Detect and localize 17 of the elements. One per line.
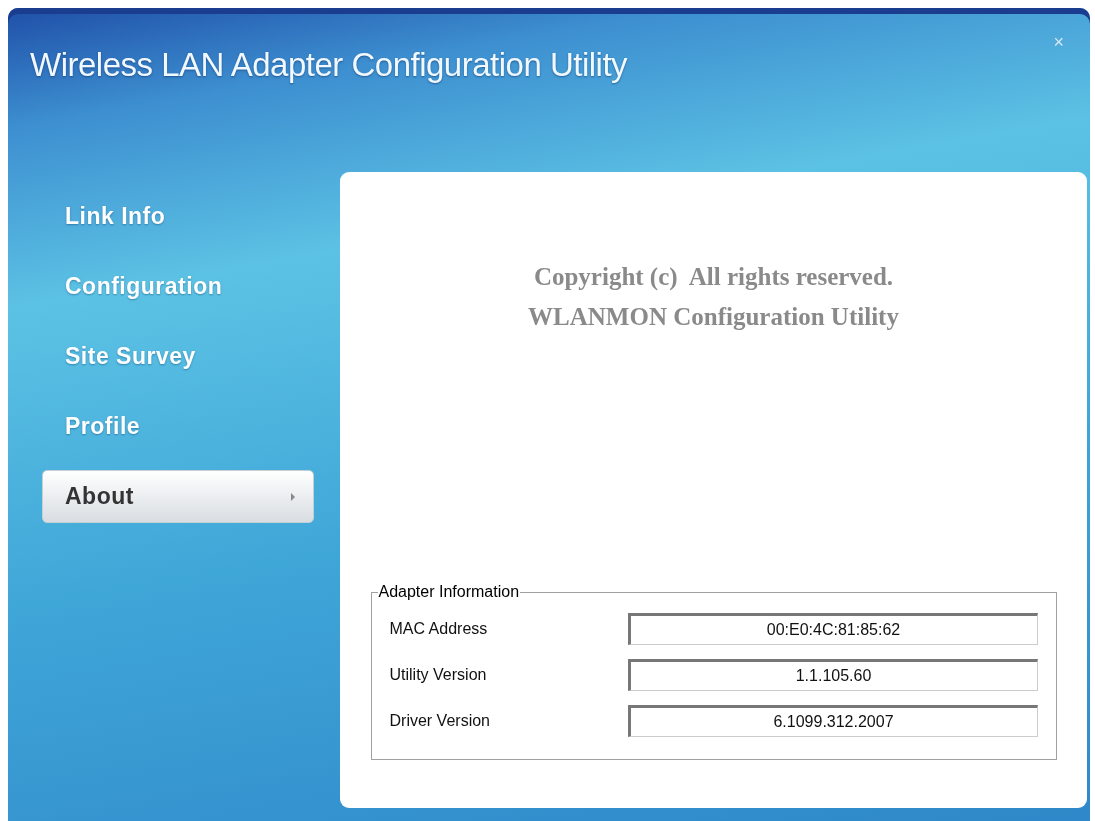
readonly-field: 00:E0:4C:81:85:62 <box>627 613 1038 645</box>
about-text: Copyright (c) All rights reserved. <box>533 262 894 293</box>
field-label: Driver Version <box>389 712 491 730</box>
readonly-field: 1.1.105.60 <box>627 659 1038 691</box>
sidebar-item[interactable]: Site Survey <box>42 330 314 383</box>
window-title: Wireless LAN Adapter Configuration Utility <box>30 46 628 84</box>
about-text: WLANMON Configuration Utility <box>528 302 899 332</box>
sidebar-item[interactable]: About <box>42 470 314 523</box>
readonly-field: 6.1099.312.2007 <box>627 705 1038 737</box>
caret-icon <box>291 492 295 501</box>
group-title: Adapter Information <box>377 583 521 601</box>
field-label: MAC Address <box>389 620 489 638</box>
sidebar-item[interactable]: Configuration <box>42 260 314 313</box>
sidebar-item[interactable]: Link Info <box>42 190 314 243</box>
close-button[interactable]: × <box>1049 32 1068 53</box>
field-label: Utility Version <box>389 666 488 684</box>
sidebar-item[interactable]: Profile <box>42 400 314 453</box>
